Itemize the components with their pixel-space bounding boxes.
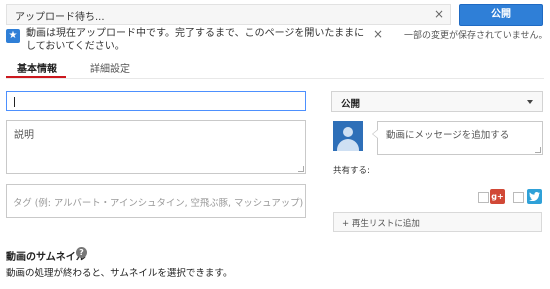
notice-close-icon[interactable]: ×	[373, 27, 383, 41]
thumbnail-title: 動画のサムネイル	[6, 252, 86, 263]
tab-advanced-settings[interactable]: 詳細設定	[90, 60, 130, 75]
resize-handle[interactable]	[535, 147, 541, 153]
tags-placeholder: タグ (例: アルバート・アインシュタイン, 空飛ぶ豚, マッシュアップ)	[13, 198, 304, 209]
avatar-icon	[333, 121, 363, 151]
privacy-selected-value: 公開	[341, 99, 361, 110]
unsaved-changes-text: 一部の変更が保存されていません。	[404, 31, 548, 41]
share-message-input[interactable]: 動画にメッセージを追加する	[372, 121, 543, 155]
help-icon[interactable]: ?	[76, 247, 87, 258]
share-gplus-checkbox[interactable]	[478, 192, 489, 203]
upload-notice-text: 動画は現在アップロード中です。完了するまで、このページを開いたままにしておいてく…	[26, 28, 365, 52]
title-input[interactable]	[6, 91, 306, 111]
description-placeholder: 説明	[14, 130, 34, 141]
close-icon[interactable]: ×	[434, 7, 444, 21]
share-message-placeholder: 動画にメッセージを追加する	[386, 130, 510, 141]
description-input[interactable]: 説明	[6, 120, 306, 174]
upload-status-bar: アップロード待ち... ×	[6, 4, 451, 25]
share-label: 共有する:	[333, 166, 370, 176]
upload-status-text: アップロード待ち...	[15, 12, 105, 23]
resize-handle[interactable]	[298, 166, 304, 172]
twitter-icon[interactable]	[527, 189, 542, 204]
privacy-select[interactable]: 公開	[331, 91, 543, 112]
tab-basic-info[interactable]: 基本情報	[17, 60, 57, 75]
chevron-down-icon	[527, 100, 533, 104]
google-plus-icon[interactable]: g+	[490, 189, 505, 204]
add-to-playlist-button[interactable]: + 再生リストに追加	[333, 212, 542, 232]
text-caret	[14, 97, 15, 107]
star-icon: ★	[6, 29, 20, 43]
add-to-playlist-label: + 再生リストに追加	[342, 219, 420, 229]
avatar-head	[343, 127, 353, 137]
speech-notch-inner	[373, 130, 378, 138]
avatar-body	[337, 139, 359, 151]
publish-button[interactable]: 公開	[459, 4, 543, 26]
share-twitter-checkbox[interactable]	[513, 192, 524, 203]
thumbnail-description: 動画の処理が終わると、サムネイルを選択できます。	[6, 268, 233, 279]
tags-input[interactable]: タグ (例: アルバート・アインシュタイン, 空飛ぶ豚, マッシュアップ)	[6, 184, 306, 218]
tab-divider	[6, 78, 544, 79]
